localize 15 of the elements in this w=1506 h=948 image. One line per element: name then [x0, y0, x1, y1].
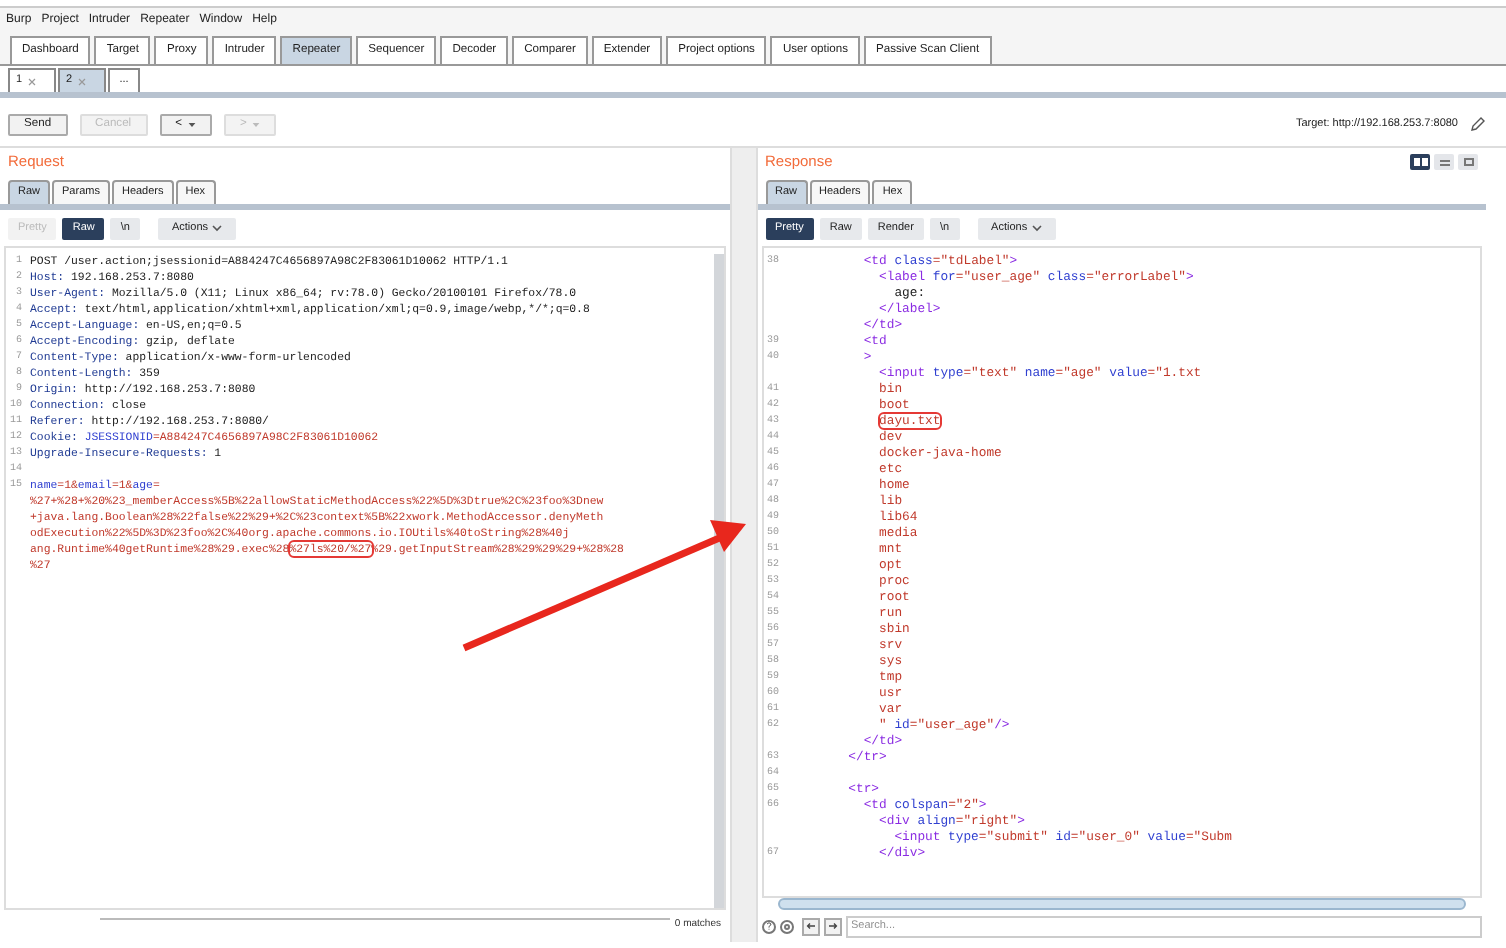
single-view-icon[interactable] [1458, 154, 1478, 170]
caret-icon [187, 121, 196, 127]
scrollbar[interactable] [777, 898, 1466, 910]
settings-icon[interactable] [779, 919, 793, 933]
caret-icon [212, 224, 223, 232]
caret-icon [252, 121, 261, 127]
close-icon[interactable] [28, 77, 37, 85]
stacked-view-icon[interactable] [1434, 154, 1454, 170]
back-icon[interactable] [801, 917, 819, 935]
split-view-icon[interactable] [1410, 154, 1430, 170]
help-icon[interactable] [761, 919, 775, 933]
scrollbar[interactable] [713, 254, 723, 908]
caret-icon [1031, 224, 1042, 232]
pencil-icon[interactable] [1470, 116, 1486, 132]
forward-icon[interactable] [823, 917, 841, 935]
